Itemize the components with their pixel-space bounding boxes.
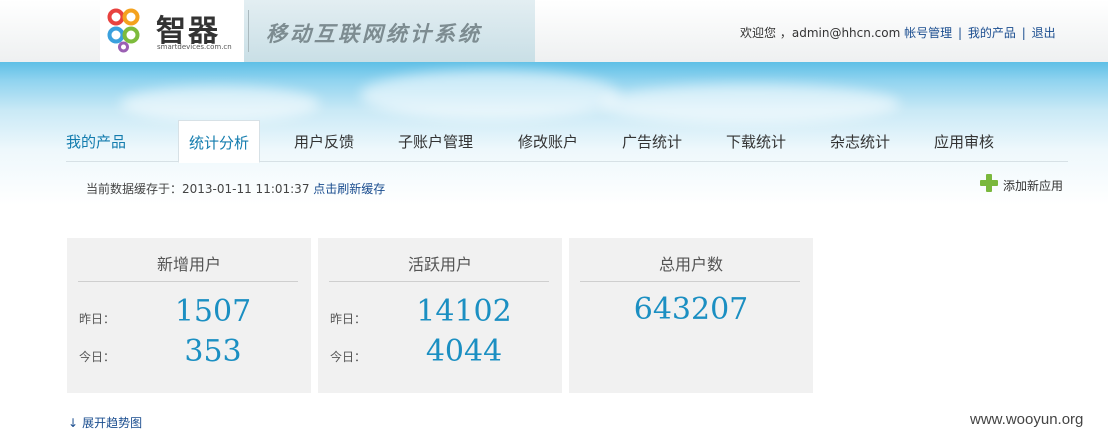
add-app-label: 添加新应用 [1003, 179, 1064, 193]
watermark: www.wooyun.org [970, 411, 1084, 428]
main-nav: 我的产品 统计分析 用户反馈 子账户管理 修改账户 广告统计 下载统计 杂志统计… [66, 120, 1068, 163]
expand-trend-link[interactable]: ↓ 展开趋势图 [68, 414, 142, 431]
arrow-down-icon: ↓ [68, 416, 79, 430]
total-value: 643207 [633, 292, 749, 327]
account-settings-link[interactable]: 帐号管理 [904, 26, 952, 40]
tab-download-stats[interactable]: 下载统计 [726, 131, 786, 152]
logo-divider [248, 10, 249, 52]
stat-card-total-users: 总用户数 643207 [569, 238, 813, 393]
stat-card-active-users: 活跃用户 昨日： 14102 今日： 4044 [318, 238, 562, 393]
tab-magazine-stats[interactable]: 杂志统计 [830, 131, 890, 152]
yesterday-value: 1507 [174, 294, 252, 329]
tab-ad-stats[interactable]: 广告统计 [622, 131, 682, 152]
logout-link[interactable]: 退出 [1032, 26, 1056, 40]
plus-icon [980, 174, 998, 192]
divider [580, 281, 800, 282]
card-title: 总用户数 [658, 255, 723, 274]
link-separator: | [957, 26, 963, 40]
card-title: 新增用户 [156, 255, 221, 274]
logo-area: 智器 smartdevices.com.cn 移动互联网统计系统 [100, 0, 535, 62]
link-separator: | [1021, 26, 1026, 40]
tab-app-review[interactable]: 应用审核 [934, 131, 994, 152]
today-value: 353 [184, 334, 242, 369]
username: ，admin@hhcn.com [779, 26, 901, 40]
today-value: 4044 [425, 334, 503, 369]
expand-trend-label: 展开趋势图 [82, 416, 143, 430]
divider [78, 281, 298, 282]
stat-card-new-users: 新增用户 昨日： 1507 今日： 353 [67, 238, 311, 393]
logo-text-en: smartdevices.com.cn [157, 43, 232, 51]
tab-user-feedback[interactable]: 用户反馈 [294, 131, 354, 152]
cache-timestamp: 当前数据缓存于：2013-01-11 11:01:37 [86, 182, 310, 196]
user-bar: 欢迎您 ，admin@hhcn.com 帐号管理 | 我的产品 | 退出 [740, 24, 1056, 41]
divider [329, 281, 549, 282]
yesterday-value: 14102 [416, 294, 512, 329]
refresh-cache-link[interactable]: 点击刷新缓存 [313, 182, 385, 196]
my-products-link[interactable]: 我的产品 [968, 26, 1016, 40]
cache-status: 当前数据缓存于：2013-01-11 11:01:37 点击刷新缓存 [86, 180, 385, 197]
welcome-text: 欢迎您 [740, 26, 777, 40]
tab-sub-accounts[interactable]: 子账户管理 [398, 131, 473, 152]
tab-my-products[interactable]: 我的产品 [66, 131, 126, 152]
system-title: 移动互联网统计系统 [266, 22, 482, 46]
card-title: 活跃用户 [407, 255, 472, 274]
tab-edit-account[interactable]: 修改账户 [518, 131, 578, 152]
logo-icon [107, 8, 140, 53]
tab-statistics[interactable]: 统计分析 [178, 120, 261, 163]
